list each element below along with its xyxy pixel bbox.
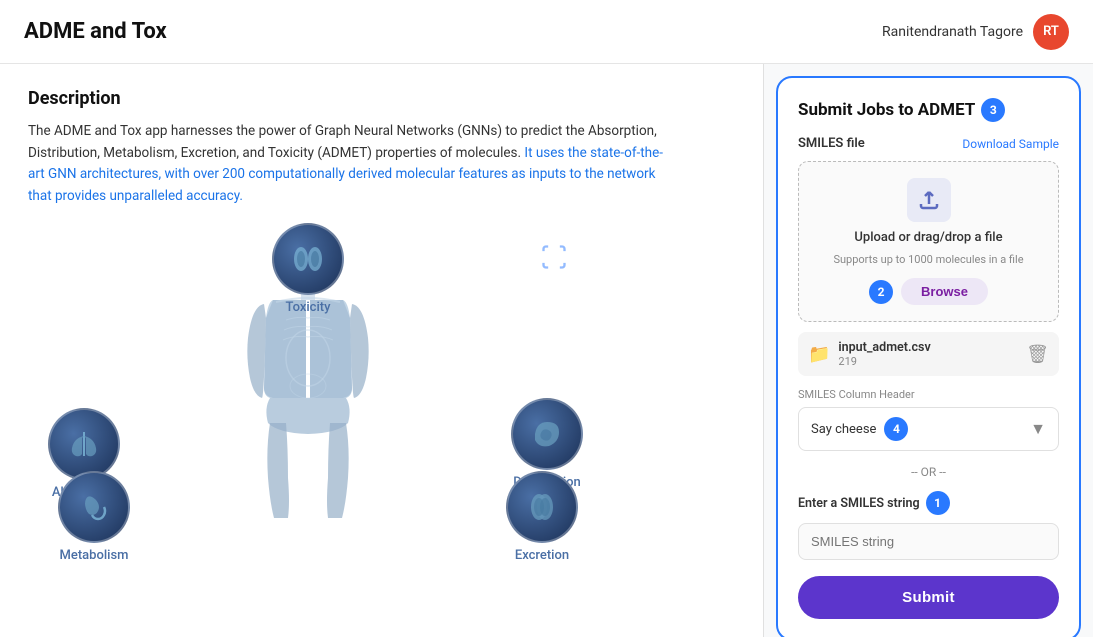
file-name: input_admet.csv [838, 340, 930, 355]
avatar: RT [1033, 14, 1069, 50]
col-header-label: SMILES Column Header [798, 388, 1059, 401]
user-info: Ranitendranath Tagore RT [882, 14, 1069, 50]
metabolism-circle [58, 471, 130, 543]
smiles-file-label: SMILES file [798, 136, 865, 151]
browse-row: 2 Browse [869, 278, 988, 305]
screenshot-icon[interactable] [540, 243, 568, 271]
step3-badge: 3 [981, 98, 1005, 122]
enter-smiles-text: Enter a SMILES string [798, 496, 920, 511]
toxicity-label: Toxicity [286, 300, 331, 315]
delete-icon[interactable]: 🗑 [1026, 344, 1049, 365]
step4-badge: 4 [884, 417, 908, 441]
excretion-label: Excretion [515, 548, 569, 563]
left-panel: Description The ADME and Tox app harness… [0, 64, 763, 637]
upload-icon-box [907, 178, 951, 222]
body-diagram: Toxicity Absorption [28, 223, 588, 563]
right-panel: Submit Jobs to ADMET 3 SMILES file Downl… [763, 64, 1093, 637]
toxicity-circle [272, 223, 344, 295]
submit-card-title: Submit Jobs to ADMET 3 [798, 98, 1059, 122]
step1-badge: 1 [926, 491, 950, 515]
chevron-down-icon: ▼ [1030, 419, 1046, 439]
file-info-text: input_admet.csv 219 [838, 340, 930, 368]
upload-sub-text: Supports up to 1000 molecules in a file [833, 253, 1023, 266]
smiles-column-text: Say cheese [811, 422, 876, 437]
file-info-row: 📁 input_admet.csv 219 🗑 [798, 332, 1059, 376]
excretion-circle [506, 471, 578, 543]
browse-button[interactable]: Browse [901, 278, 988, 305]
main-layout: Description The ADME and Tox app harness… [0, 64, 1093, 637]
upload-main-text: Upload or drag/drop a file [854, 230, 1002, 245]
username: Ranitendranath Tagore [882, 24, 1023, 40]
app-title: ADME and Tox [24, 19, 167, 44]
upload-area[interactable]: Upload or drag/drop a file Supports up t… [798, 161, 1059, 322]
smiles-file-row: SMILES file Download Sample [798, 136, 1059, 151]
node-excretion: Excretion [506, 471, 578, 563]
node-metabolism: Metabolism [58, 471, 130, 563]
description-text: The ADME and Tox app harnesses the power… [28, 121, 668, 207]
enter-smiles-label: Enter a SMILES string 1 [798, 491, 1059, 515]
download-sample-link[interactable]: Download Sample [962, 137, 1059, 151]
step2-badge: 2 [869, 280, 893, 304]
submit-button[interactable]: Submit [798, 576, 1059, 619]
metabolism-label: Metabolism [60, 548, 129, 563]
upload-icon [917, 188, 941, 212]
file-count: 219 [838, 355, 930, 368]
smiles-dropdown-value: Say cheese 4 [811, 417, 908, 441]
or-divider: -- OR -- [798, 465, 1059, 479]
app-header: ADME and Tox Ranitendranath Tagore RT [0, 0, 1093, 64]
node-toxicity: Toxicity [272, 223, 344, 315]
folder-icon: 📁 [808, 344, 830, 365]
submit-card: Submit Jobs to ADMET 3 SMILES file Downl… [776, 76, 1081, 637]
smiles-string-input[interactable] [798, 523, 1059, 560]
smiles-column-dropdown[interactable]: Say cheese 4 ▼ [798, 407, 1059, 451]
distribution-circle [511, 398, 583, 470]
description-title: Description [28, 88, 735, 109]
panel-title-text: Submit Jobs to ADMET [798, 100, 975, 120]
absorption-circle [48, 408, 120, 480]
file-info-left: 📁 input_admet.csv 219 [808, 340, 931, 368]
